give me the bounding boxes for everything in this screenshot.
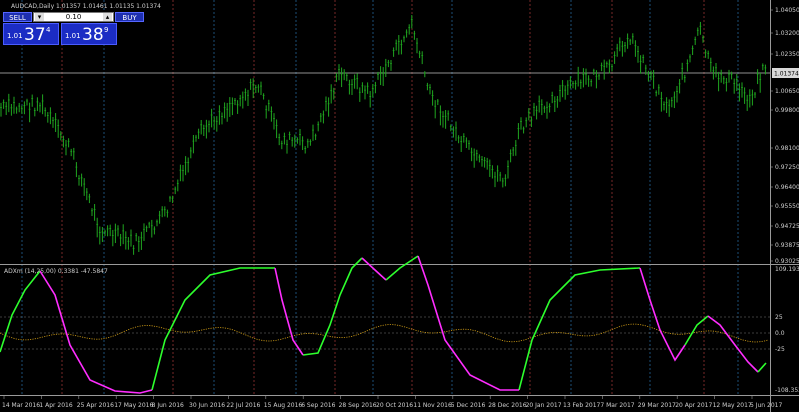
price-label: 0.99800	[775, 107, 799, 114]
date-label: 5 Dec 2016	[451, 402, 486, 409]
indicator-scale-label: 25	[775, 314, 783, 321]
price-label: 0.98100	[775, 145, 799, 152]
time-scale[interactable]: 14 Mar 2016 1 Apr 2016 25 Apr 2016 17 May 2…	[2, 396, 782, 409]
date-label: 28 Dec 2016	[488, 402, 527, 409]
date-label: 6 Sep 2016	[301, 402, 335, 409]
date-label: 13 Feb 2017	[563, 402, 601, 409]
chart-area[interactable]: AUDCAD,Daily 1.01357 1.01461 1.01135 1.0…	[0, 0, 799, 412]
price-label: 0.95550	[775, 203, 799, 210]
date-label: 30 Jun 2016	[189, 402, 225, 409]
indicator-header: ADXm (14,25,00) 0.3381 -47.5847	[4, 268, 108, 275]
price-label: 0.97250	[775, 164, 799, 171]
date-label: 20 Oct 2016	[376, 402, 413, 409]
lot-increase-button[interactable]: ▴	[103, 13, 112, 21]
indicator-scale-label: 0.0	[775, 330, 785, 337]
date-label: 29 Mar 2017	[638, 402, 676, 409]
chart-header: AUDCAD,Daily 1.01357 1.01461 1.01135 1.0…	[11, 3, 161, 10]
sell-price-fraction: 4	[46, 26, 51, 34]
price-scale[interactable]: 1.04050 1.03200 1.02350 1.00650 0.99800 0.981…	[770, 7, 799, 265]
date-label: 20 Jan 2017	[526, 402, 562, 409]
date-label: 22 Jul 2016	[226, 402, 260, 409]
price-label: 0.93875	[775, 242, 799, 249]
price-label: 0.96400	[775, 184, 799, 191]
date-label: 7 Mar 2017	[600, 402, 634, 409]
date-label: 5 Jun 2017	[750, 402, 782, 409]
buy-price-prefix: 1.01	[65, 32, 81, 40]
price-label: 1.03200	[775, 30, 799, 37]
sell-price-prefix: 1.01	[7, 32, 23, 40]
one-click-trading-panel[interactable]: SELL ▾ 0.10 ▴ BUY 1.01 37 4 1.01 38 9	[3, 11, 144, 46]
price-label: 1.04050	[775, 7, 799, 14]
buy-price-button[interactable]: 1.01 38 9	[61, 23, 117, 45]
indicator-panel[interactable]: ADXm (14,25,00) 0.3381 -47.5847 109.1936…	[0, 255, 799, 394]
date-label: 11 Nov 2016	[413, 402, 452, 409]
indicator-scale-label: -25	[775, 346, 785, 353]
lot-size-field[interactable]: ▾ 0.10 ▴	[33, 12, 114, 22]
price-label: 0.94725	[775, 223, 799, 230]
price-label: 1.02350	[775, 51, 799, 58]
candles	[0, 15, 767, 255]
indicator-scale-label: -108.3531	[775, 387, 799, 394]
date-label: 28 Sep 2016	[339, 402, 377, 409]
date-label: 15 Aug 2016	[264, 402, 303, 409]
buy-price-fraction: 9	[104, 26, 109, 34]
date-label: 25 Apr 2016	[77, 402, 114, 409]
price-label: 0.93025	[775, 258, 799, 265]
current-price-value: 1.01374	[774, 71, 799, 78]
date-label: 17 May 2016	[114, 402, 153, 409]
indicator-scale-label: 109.1936	[775, 266, 799, 273]
date-label: 8 Jun 2016	[152, 402, 184, 409]
sell-price-main: 37	[24, 25, 46, 45]
price-label: 1.00650	[775, 88, 799, 95]
date-label: 14 Mar 2016	[2, 402, 40, 409]
date-label: 1 Apr 2016	[39, 402, 72, 409]
period-separators	[21, 0, 739, 395]
date-label: 20 Apr 2017	[675, 402, 712, 409]
sell-button[interactable]: SELL	[3, 12, 32, 22]
adx-lines	[0, 255, 769, 394]
buy-button[interactable]: BUY	[115, 12, 144, 22]
date-label: 12 May 2017	[713, 402, 752, 409]
buy-price-main: 38	[82, 25, 104, 45]
sell-price-button[interactable]: 1.01 37 4	[3, 23, 59, 45]
lot-size-value[interactable]: 0.10	[46, 13, 101, 21]
lot-decrease-button[interactable]: ▾	[35, 13, 44, 21]
